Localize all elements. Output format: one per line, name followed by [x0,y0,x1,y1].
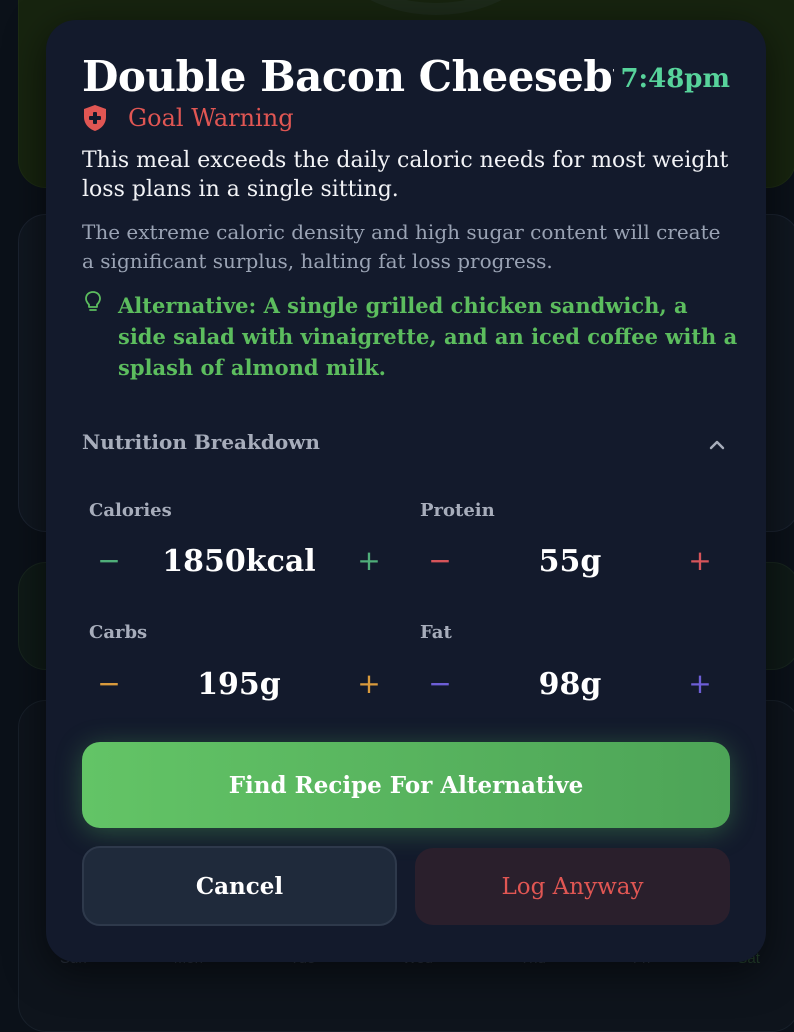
calories-stepper: − 1850kcal + [89,538,389,584]
protein-value: 55g [538,543,602,579]
carbs-increase-button[interactable]: + [349,664,389,704]
fat-stepper: − 98g + [420,661,720,707]
progress-ring [319,0,553,15]
meal-title: Double Bacon Cheeseburger [82,52,614,101]
calories-value: 1850kcal [162,543,316,579]
cancel-button[interactable]: Cancel [82,846,397,926]
meal-time: 7:48pm [620,64,730,94]
calories-increase-button[interactable]: + [349,541,389,581]
find-recipe-button[interactable]: Find Recipe For Alternative [82,742,730,828]
nutrition-breakdown-toggle[interactable]: Nutrition Breakdown [82,422,730,462]
protein-increase-button[interactable]: + [680,541,720,581]
protein-decrease-button[interactable]: − [420,541,460,581]
protein-label: Protein [420,500,495,521]
fat-value: 98g [538,666,602,702]
fat-decrease-button[interactable]: − [420,664,460,704]
carbs-decrease-button[interactable]: − [89,664,129,704]
warning-label: Goal Warning [128,104,294,132]
warning-detail: The extreme caloric density and high sug… [82,220,721,273]
calories-decrease-button[interactable]: − [89,541,129,581]
log-anyway-button[interactable]: Log Anyway [415,848,730,925]
warning-message: This meal exceeds the daily caloric need… [82,148,729,202]
alternative-suggestion: Alternative: A single grilled chicken sa… [118,293,738,380]
chevron-up-icon[interactable] [708,436,726,450]
carbs-stepper: − 195g + [89,661,389,707]
shield-plus-icon [82,104,108,132]
carbs-label: Carbs [89,622,148,643]
calories-label: Calories [89,500,172,521]
fat-label: Fat [420,622,452,643]
lightbulb-icon [84,290,102,316]
meal-warning-modal: Double Bacon Cheeseburger 7:48pm Goal Wa… [46,20,766,962]
goal-warning: Goal Warning [82,100,294,136]
carbs-value: 195g [197,666,281,702]
nutrition-breakdown-title: Nutrition Breakdown [82,430,320,454]
fat-increase-button[interactable]: + [680,664,720,704]
protein-stepper: − 55g + [420,538,720,584]
